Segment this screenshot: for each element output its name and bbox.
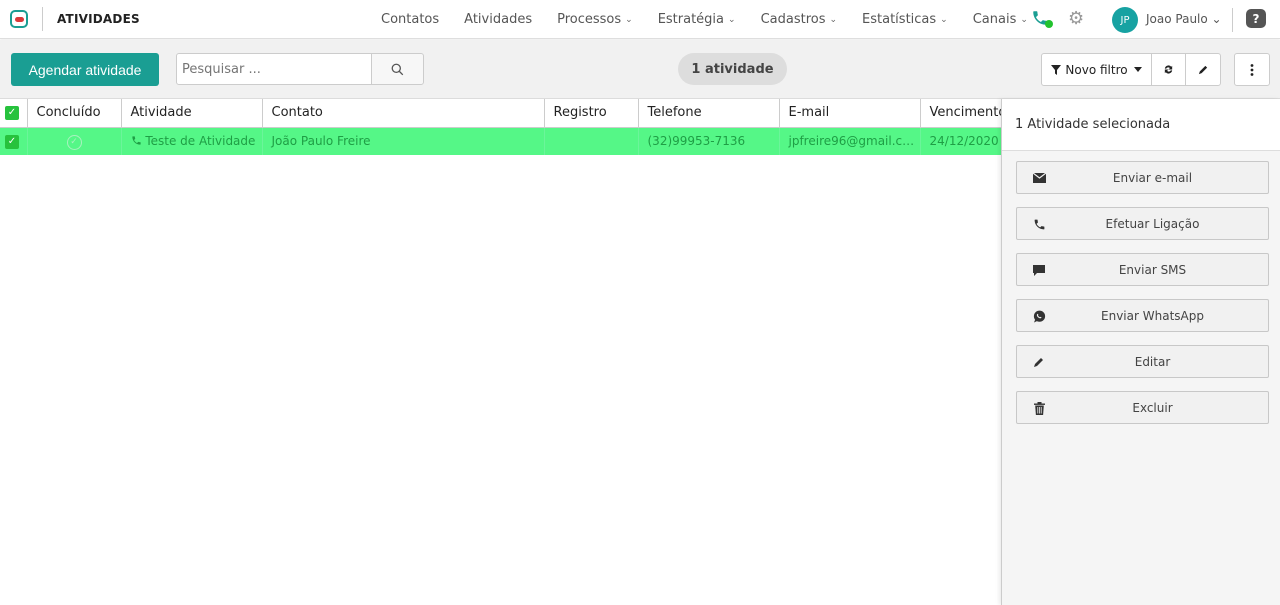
edit-button[interactable] — [1186, 54, 1220, 85]
delete-activity-button[interactable]: Excluir — [1016, 391, 1269, 424]
toolbar: Agendar atividade 1 atividade Novo filtr… — [0, 40, 1280, 99]
done-toggle[interactable]: ✓ — [27, 127, 122, 155]
column-header[interactable]: Registro — [544, 99, 639, 128]
chevron-down-icon: ⌄ — [728, 14, 736, 25]
nav-atividades[interactable]: Atividades — [464, 12, 532, 27]
nav-cadastros[interactable]: Cadastros ⌄ — [761, 12, 837, 27]
contact-cell: João Paulo Freire — [262, 127, 545, 155]
selection-side-panel: 1 Atividade selecionada Enviar e-mail Ef… — [1001, 99, 1280, 605]
refresh-icon — [1164, 65, 1173, 74]
caret-down-icon — [1133, 66, 1142, 72]
whatsapp-icon — [1031, 309, 1047, 323]
chevron-down-icon: ⌄ — [829, 14, 838, 25]
phone-cell: (32)99953-7136 — [638, 127, 780, 155]
column-header[interactable]: E-mail — [779, 99, 921, 128]
chevron-down-icon: ⌄ — [940, 14, 948, 25]
avatar[interactable]: JP — [1112, 7, 1138, 33]
filter-icon — [1051, 64, 1062, 75]
page-title: ATIVIDADES — [57, 12, 140, 26]
column-header[interactable]: Concluído — [27, 99, 122, 128]
email-cell: jpfreire96@gmail.com — [779, 127, 921, 155]
send-email-button[interactable]: Enviar e-mail — [1016, 161, 1269, 194]
gear-icon[interactable]: ⚙ — [1068, 10, 1084, 28]
edit-activity-button[interactable]: Editar — [1016, 345, 1269, 378]
make-call-button[interactable]: Efetuar Ligação — [1016, 207, 1269, 240]
send-whatsapp-button[interactable]: Enviar WhatsApp — [1016, 299, 1269, 332]
divider — [1232, 8, 1233, 32]
trash-icon — [1031, 401, 1047, 415]
more-options-button[interactable] — [1234, 53, 1270, 86]
send-sms-button[interactable]: Enviar SMS — [1016, 253, 1269, 286]
user-menu[interactable]: Joao Paulo ⌄ — [1146, 12, 1222, 26]
nav-estrategia[interactable]: Estratégia ⌄ — [658, 12, 736, 27]
column-header[interactable]: Atividade — [121, 99, 263, 128]
column-header[interactable]: Vencimento — [920, 99, 1002, 128]
search-input[interactable] — [176, 53, 372, 85]
activities-table: ✓ Concluído Atividade Contato Registro T… — [0, 99, 1002, 155]
chevron-down-icon: ⌄ — [1020, 14, 1028, 25]
refresh-button[interactable] — [1152, 54, 1186, 85]
row-checkbox[interactable]: ✓ — [0, 127, 28, 155]
envelope-icon — [1031, 171, 1047, 185]
new-filter-dropdown[interactable]: Novo filtro — [1042, 54, 1152, 85]
help-icon[interactable]: ? — [1246, 9, 1266, 28]
phone-icon — [131, 136, 141, 145]
chevron-down-icon: ⌄ — [625, 14, 633, 25]
divider — [42, 7, 43, 31]
top-navbar: ATIVIDADES Contatos Atividades Processos… — [0, 0, 1280, 39]
activity-count-badge: 1 atividade — [678, 53, 787, 85]
nav-processos[interactable]: Processos ⌄ — [557, 12, 633, 27]
nav-contatos[interactable]: Contatos — [381, 12, 439, 27]
more-vertical-icon — [1250, 63, 1254, 76]
record-cell — [544, 127, 639, 155]
online-status-dot — [1045, 20, 1053, 28]
activity-cell[interactable]: Teste de Atividade — [121, 127, 263, 155]
filter-button-group: Novo filtro — [1041, 53, 1221, 86]
selection-title: 1 Atividade selecionada — [1002, 99, 1280, 151]
main-nav: Contatos Atividades Processos ⌄ Estratégi… — [381, 0, 1053, 39]
due-date-cell: 24/12/2020 — [920, 127, 1002, 155]
phone-icon — [1031, 217, 1047, 231]
check-circle-icon: ✓ — [66, 134, 82, 150]
pencil-icon — [1031, 355, 1047, 369]
table-row[interactable]: ✓ ✓ Teste de Atividade João Paulo Freire… — [0, 127, 1002, 155]
phone-status-icon[interactable] — [1031, 9, 1053, 31]
schedule-activity-button[interactable]: Agendar atividade — [11, 53, 159, 86]
chat-icon — [1031, 263, 1047, 277]
nav-estatisticas[interactable]: Estatísticas ⌄ — [862, 12, 948, 27]
table-header-row: ✓ Concluído Atividade Contato Registro T… — [0, 99, 1002, 128]
pencil-icon — [1198, 65, 1207, 75]
column-header[interactable]: Telefone — [638, 99, 780, 128]
select-all-checkbox[interactable]: ✓ — [0, 99, 28, 128]
column-header[interactable]: Contato — [262, 99, 545, 128]
search-icon — [391, 63, 404, 75]
search-button[interactable] — [371, 53, 424, 85]
nav-canais[interactable]: Canais ⌄ — [973, 12, 1028, 27]
logo-icon[interactable] — [10, 10, 28, 28]
